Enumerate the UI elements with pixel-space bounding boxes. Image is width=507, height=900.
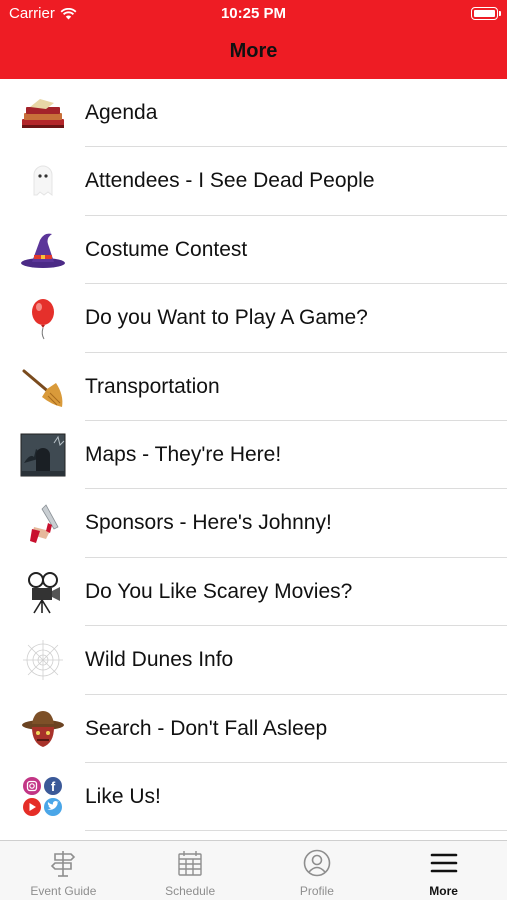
tab-more[interactable]: More (380, 841, 507, 900)
profile-icon (303, 849, 331, 877)
signpost-icon (51, 851, 76, 877)
list-item-like-us[interactable]: f Like Us! (0, 763, 507, 832)
list-item-costume-contest[interactable]: Costume Contest (0, 216, 507, 285)
calendar-icon (178, 851, 202, 876)
list-item-label: Do You Like Scarey Movies? (85, 579, 353, 603)
tab-label: More (429, 884, 458, 898)
list-item-play-a-game[interactable]: Do you Want to Play A Game? (0, 284, 507, 353)
list-item-scarey-movies[interactable]: Do You Like Scarey Movies? (0, 558, 507, 627)
list-item-label: Wild Dunes Info (85, 648, 234, 672)
books-icon (20, 91, 66, 135)
balloon-icon (20, 296, 66, 340)
witch-hat-icon (20, 228, 66, 272)
tab-label: Event Guide (30, 884, 97, 898)
status-bar: Carrier 10:25 PM (0, 0, 507, 28)
tab-bar: Event Guide Schedule Profile More (0, 840, 507, 900)
list-item-label: Sponsors - Here's Johnny! (85, 511, 332, 535)
tab-label: Profile (299, 884, 334, 898)
knife-icon (20, 501, 66, 545)
row-divider (85, 830, 507, 832)
list-item-label: Attendees - I See Dead People (85, 169, 375, 193)
list-item-agenda[interactable]: Agenda (0, 79, 507, 148)
battery-icon (471, 7, 501, 20)
header-bar: Carrier 10:25 PM More (0, 0, 507, 79)
list-item-label: Search - Don't Fall Asleep (85, 716, 328, 740)
list-item-label: Costume Contest (85, 237, 248, 261)
page-title: More (229, 40, 278, 62)
list-item-sponsors[interactable]: Sponsors - Here's Johnny! (0, 489, 507, 558)
tab-profile[interactable]: Profile (254, 841, 381, 900)
list-item-search[interactable]: Search - Don't Fall Asleep (0, 695, 507, 763)
broom-icon (20, 365, 66, 409)
more-menu-list: Agenda Attendees - I See Dead People Cos… (0, 79, 507, 832)
menu-icon (430, 853, 457, 873)
list-item-label: Maps - They're Here! (85, 442, 282, 466)
list-item-wild-dunes-info[interactable]: Wild Dunes Info (0, 626, 507, 695)
film-camera-icon (20, 570, 66, 614)
list-item-label: Do you Want to Play A Game? (85, 306, 368, 330)
list-item-transportation[interactable]: Transportation (0, 353, 507, 421)
tab-label: Schedule (165, 884, 216, 898)
hat-face-icon (20, 707, 66, 751)
svg-text:f: f (51, 779, 56, 794)
tab-event-guide[interactable]: Event Guide (0, 841, 127, 900)
list-item-label: Transportation (85, 374, 220, 398)
list-item-label: Agenda (85, 101, 158, 124)
list-item-label: Like Us! (85, 784, 161, 808)
ghost-icon (20, 159, 66, 203)
spider-web-icon (20, 638, 66, 682)
tombstone-icon (20, 433, 66, 477)
social-media-icon: f (20, 775, 66, 819)
status-time: 10:25 PM (220, 5, 287, 22)
list-item-maps[interactable]: Maps - They're Here! (0, 421, 507, 490)
list-item-attendees[interactable]: Attendees - I See Dead People (0, 147, 507, 216)
tab-schedule[interactable]: Schedule (127, 841, 254, 900)
